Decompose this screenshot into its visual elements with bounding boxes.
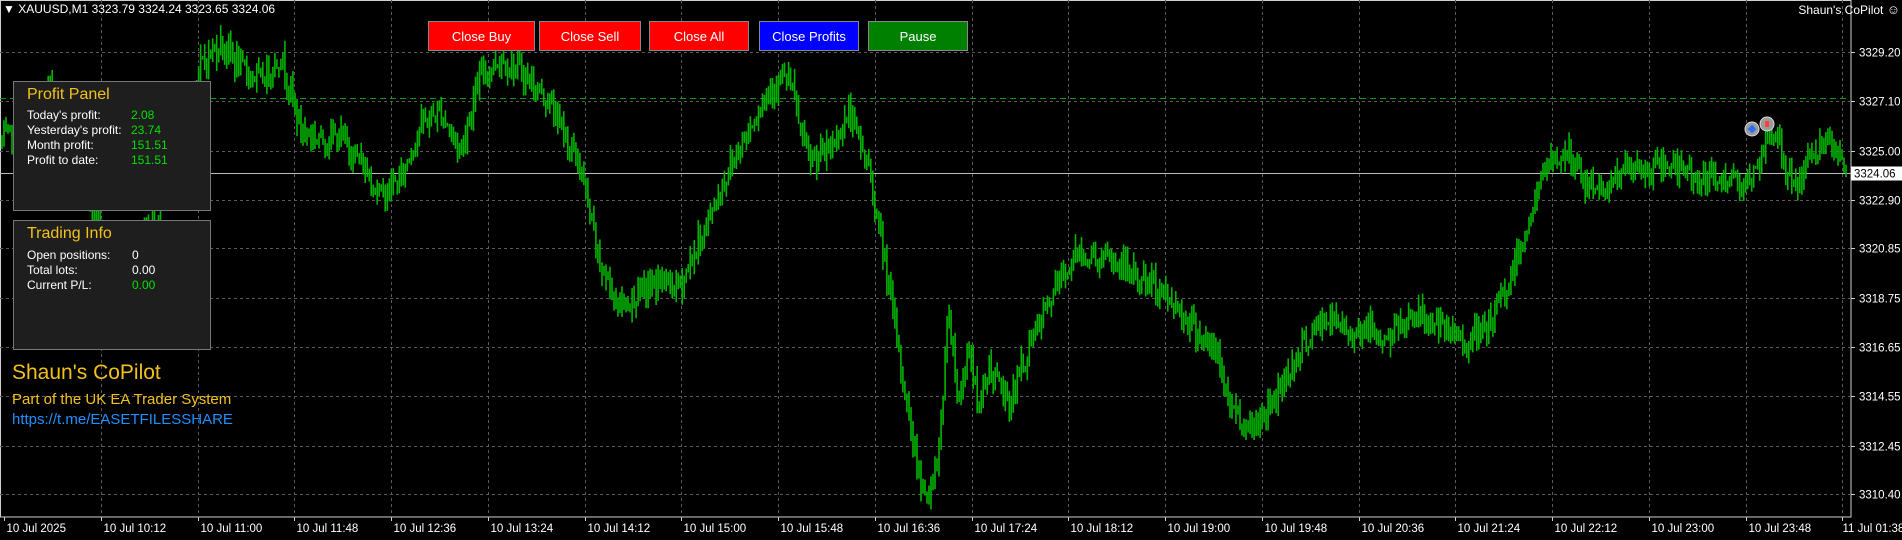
price-tick-label: 3327.10 [1859, 97, 1901, 109]
pause-button[interactable]: Pause [868, 21, 968, 51]
total-lots-label: Total lots: [27, 263, 78, 277]
trading-info-panel: Trading Info Open positions: 0 Total lot… [13, 220, 211, 350]
time-tick-label: 10 Jul 11:48 [297, 523, 359, 535]
time-tick-label: 10 Jul 2025 [7, 523, 66, 535]
ea-name: Shaun's CoPilot [1798, 3, 1884, 17]
time-axis: 10 Jul 2025 10 Jul 10:12 10 Jul 11:00 10 Ju… [4, 517, 1902, 535]
open-positions-label: Open positions: [27, 248, 111, 262]
time-tick-label: 10 Jul 17:24 [975, 523, 1038, 535]
yesterdays-profit-value: 23.74 [131, 123, 162, 137]
time-tick-label: 10 Jul 12:36 [394, 523, 457, 535]
symbol-info-text: XAUUSD,M1 3323.79 3324.24 3323.65 3324.0… [18, 2, 276, 16]
close-profits-button[interactable]: Close Profits [759, 21, 859, 51]
close-all-button[interactable]: Close All [649, 21, 749, 51]
current-pl-label: Current P/L: [27, 278, 92, 292]
time-tick-label: 10 Jul 20:36 [1362, 523, 1425, 535]
time-tick-label: 10 Jul 22:12 [1555, 523, 1618, 535]
time-tick-label: 10 Jul 19:00 [1168, 523, 1231, 535]
yesterdays-profit-label: Yesterday's profit: [27, 123, 122, 137]
profit-panel-title: Profit Panel [27, 86, 110, 103]
profit-panel: Profit Panel Today's profit: 2.08 Yester… [13, 81, 211, 211]
profit-to-date-value: 151.51 [131, 153, 168, 167]
time-tick-label: 10 Jul 16:36 [878, 523, 941, 535]
price-tick-label: 3318.75 [1859, 294, 1901, 306]
chart-grid [0, 0, 1852, 518]
time-tick-label: 10 Jul 10:12 [104, 523, 167, 535]
brand-name: Shaun's CoPilot [12, 361, 161, 384]
price-tick-label: 3320.85 [1859, 244, 1901, 256]
open-positions-value: 0 [132, 248, 139, 262]
candles [1, 25, 1847, 510]
time-tick-label: 10 Jul 21:24 [1458, 523, 1521, 535]
telegram-link[interactable]: https://t.me/EASETFILESSHARE [12, 411, 233, 428]
price-chart[interactable]: 3329.20 3327.10 3325.00 3322.90 3320.85 3318.… [0, 0, 1902, 540]
current-price-label: 3324.06 [1854, 169, 1896, 181]
time-tick-label: 10 Jul 15:48 [781, 523, 844, 535]
time-tick-label: 10 Jul 23:48 [1749, 523, 1812, 535]
price-tick-label: 3312.45 [1859, 442, 1901, 454]
smiley-icon: ☺ [1886, 2, 1900, 17]
current-pl-value: 0.00 [132, 278, 156, 292]
dropdown-triangle-icon[interactable]: ▼ [3, 2, 15, 16]
profit-to-date-label: Profit to date: [27, 153, 99, 167]
trading-info-title: Trading Info [27, 225, 112, 242]
total-lots-value: 0.00 [132, 263, 156, 277]
time-tick-label: 10 Jul 11:00 [201, 523, 263, 535]
close-sell-button[interactable]: Close Sell [539, 21, 641, 51]
close-buy-button[interactable]: Close Buy [428, 21, 535, 51]
price-tick-label: 3325.00 [1859, 147, 1901, 159]
time-tick-label: 10 Jul 23:00 [1652, 523, 1715, 535]
price-tick-label: 3310.40 [1859, 490, 1901, 502]
time-tick-label: 10 Jul 19:48 [1265, 523, 1328, 535]
time-tick-label: 10 Jul 14:12 [588, 523, 651, 535]
time-tick-label: 10 Jul 15:00 [684, 523, 747, 535]
symbol-info: ▼ XAUUSD,M1 3323.79 3324.24 3323.65 3324… [3, 2, 275, 16]
time-tick-label: 10 Jul 18:12 [1071, 523, 1134, 535]
todays-profit-label: Today's profit: [27, 108, 101, 122]
price-tick-label: 3322.90 [1859, 196, 1901, 208]
brand-tagline: Part of the UK EA Trader System [12, 391, 232, 408]
time-tick-label: 11 Jul 01:38 [1843, 523, 1902, 535]
price-tick-label: 3329.20 [1859, 48, 1901, 60]
time-tick-label: 10 Jul 13:24 [491, 523, 554, 535]
ea-name-label[interactable]: Shaun's CoPilot ☺ [1798, 2, 1900, 17]
price-tick-label: 3314.55 [1859, 392, 1901, 404]
chart-frame [0, 0, 1852, 518]
todays-profit-value: 2.08 [131, 108, 155, 122]
sell-marker-icon [1765, 121, 1769, 127]
price-tick-label: 3316.65 [1859, 343, 1901, 355]
month-profit-value: 151.51 [131, 138, 168, 152]
month-profit-label: Month profit: [27, 138, 94, 152]
price-axis: 3329.20 3327.10 3325.00 3322.90 3320.85 3318.… [1851, 48, 1902, 502]
